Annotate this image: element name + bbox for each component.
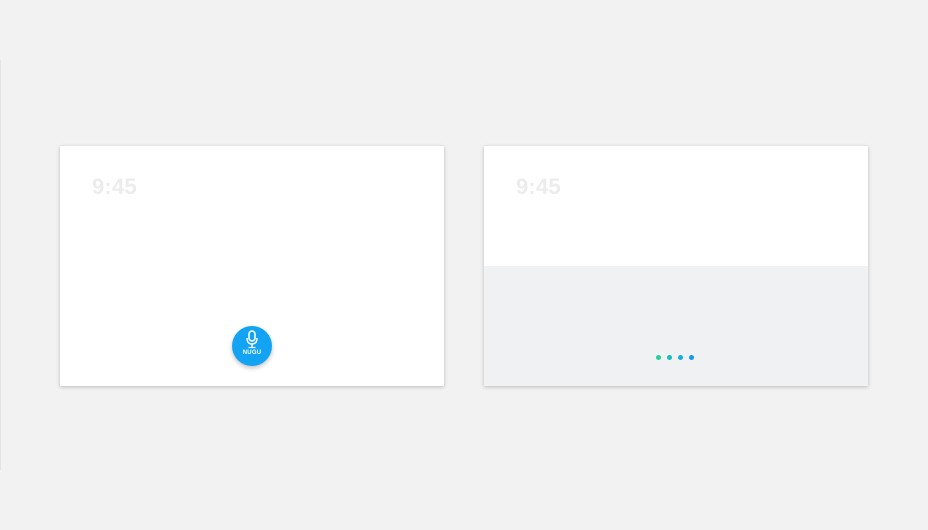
listening-dot — [678, 355, 683, 360]
nugu-voice-button[interactable]: NUGU — [232, 326, 272, 366]
device-screen-listening: 9:45 — [484, 146, 868, 386]
device-screen-idle: 9:45 NUGU — [60, 146, 444, 386]
page-edge-divider — [0, 60, 1, 470]
listening-panel — [484, 266, 868, 386]
microphone-icon — [246, 330, 258, 349]
listening-dot — [656, 355, 661, 360]
listening-dots-icon — [656, 355, 696, 361]
listening-dot — [689, 355, 694, 360]
nugu-label: NUGU — [242, 350, 262, 356]
listening-dot — [667, 355, 672, 360]
clock-time: 9:45 — [92, 174, 137, 199]
clock-time: 9:45 — [516, 174, 561, 199]
